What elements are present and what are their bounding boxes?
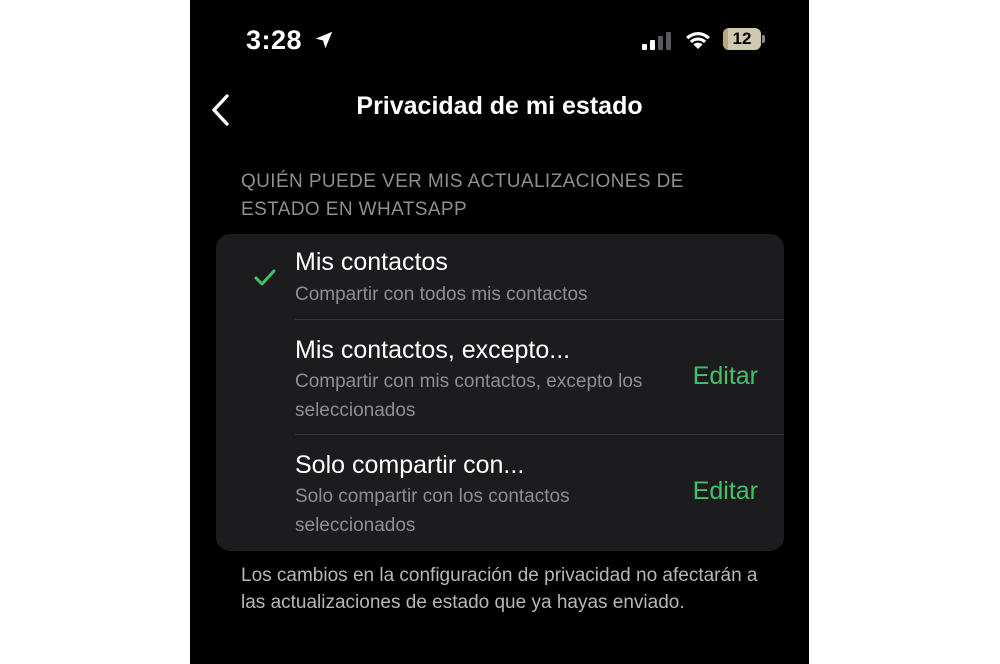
- option-title: Mis contactos: [295, 248, 448, 276]
- privacy-options-list: Mis contactos Compartir con todos mis co…: [216, 234, 784, 551]
- location-arrow-icon: [315, 31, 333, 49]
- wifi-icon: [686, 32, 710, 49]
- phone-screen: 3:28 12 Privacidad de mi estado QUIÉN PU…: [190, 0, 809, 664]
- checkmark-icon: [254, 269, 276, 286]
- option-my-contacts-except[interactable]: Mis contactos, excepto... Compartir con …: [216, 320, 784, 435]
- battery-level: 12: [732, 29, 752, 48]
- option-only-share-with[interactable]: Solo compartir con... Solo compartir con…: [216, 435, 784, 551]
- footer-note: Los cambios en la configuración de priva…: [241, 565, 758, 613]
- option-title: Solo compartir con...: [295, 451, 525, 479]
- option-subtitle: Solo compartir con los contactos selecci…: [295, 486, 570, 536]
- page-title: Privacidad de mi estado: [356, 92, 643, 120]
- edit-button-only-share[interactable]: Editar: [693, 477, 758, 506]
- section-header: QUIÉN PUEDE VER MIS ACTUALIZACIONES DE E…: [241, 171, 684, 220]
- option-subtitle: Compartir con todos mis contactos: [295, 284, 588, 305]
- option-title: Mis contactos, excepto...: [295, 336, 571, 364]
- status-time: 3:28: [246, 25, 303, 55]
- option-subtitle: Compartir con mis contactos, excepto los…: [295, 371, 643, 421]
- battery-icon: 12: [723, 28, 765, 52]
- edit-button-except[interactable]: Editar: [693, 362, 758, 391]
- cellular-signal-icon: [642, 32, 671, 50]
- option-my-contacts[interactable]: Mis contactos Compartir con todos mis co…: [216, 234, 784, 320]
